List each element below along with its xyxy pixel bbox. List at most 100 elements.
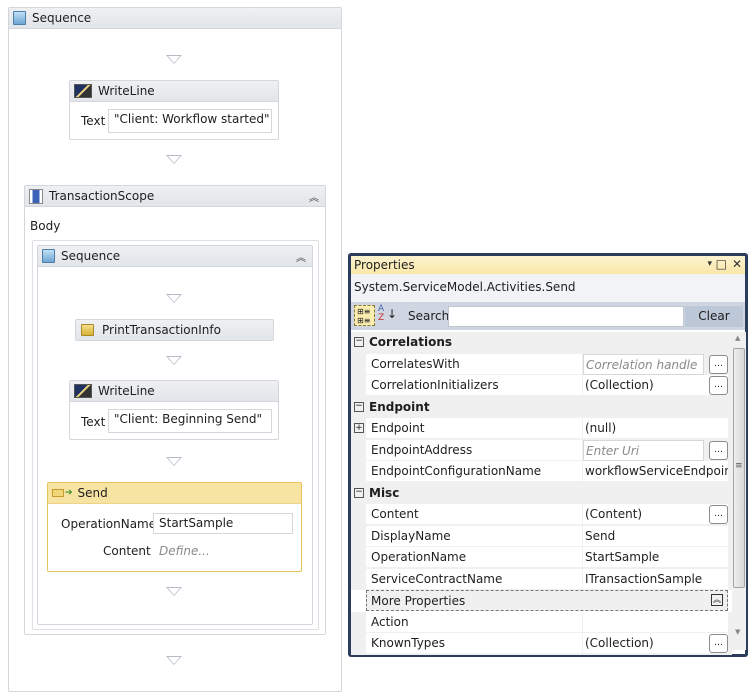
property-name: DisplayName [366, 525, 582, 547]
send-title: Send [77, 486, 108, 500]
drop-arrow-icon[interactable] [166, 457, 182, 466]
ellipsis-button[interactable]: … [709, 354, 728, 374]
property-value[interactable]: ITransactionSample [583, 568, 728, 590]
property-name: Action [366, 611, 582, 633]
categorized-view-button[interactable]: ⊞≡ ⊞≡ [354, 305, 375, 326]
category-name: Endpoint [369, 399, 430, 414]
property-value[interactable]: (Content) [583, 504, 728, 525]
property-value[interactable]: (null) [583, 418, 728, 439]
property-value[interactable]: workflowServiceEndpoint [583, 461, 728, 482]
expand-toggle-icon[interactable]: + [354, 423, 364, 433]
property-name: CorrelationInitializers [366, 375, 582, 396]
ellipsis-button[interactable]: … [709, 634, 728, 653]
category-correlations[interactable]: − Correlations [351, 332, 732, 354]
collapse-icon[interactable]: ︽ [711, 594, 723, 606]
property-row[interactable]: Action [351, 611, 732, 633]
print-transaction-info-title: PrintTransactionInfo [102, 323, 221, 337]
close-icon[interactable]: ✕ [732, 257, 742, 271]
transaction-scope-title: TransactionScope [49, 189, 155, 203]
drop-arrow-icon[interactable] [166, 294, 182, 303]
scrollbar-thumb[interactable]: ≡ [733, 348, 745, 588]
properties-window: Properties ▾ □ ✕ System.ServiceModel.Act… [348, 253, 748, 657]
transaction-scope-header: TransactionScope ︽ [25, 186, 325, 207]
drop-arrow-icon[interactable] [166, 656, 182, 665]
writeline-activity-2[interactable]: WriteLine Text "Client: Beginning Send" [69, 380, 279, 440]
property-name: Content [366, 504, 582, 525]
collapse-toggle-icon[interactable]: − [354, 337, 364, 347]
writeline-header: WriteLine [70, 381, 278, 402]
property-name: EndpointAddress [366, 439, 582, 461]
writeline-title: WriteLine [98, 84, 155, 98]
category-endpoint[interactable]: − Endpoint [351, 396, 732, 418]
vertical-scrollbar[interactable]: ▲ ≡ ▼ [732, 332, 746, 650]
scroll-down-icon[interactable]: ▼ [735, 628, 740, 636]
drop-arrow-icon[interactable] [166, 55, 182, 64]
body-label: Body [30, 219, 61, 233]
property-row[interactable]: DisplayName Send [351, 525, 732, 547]
property-value[interactable] [583, 611, 728, 633]
text-label: Text [81, 114, 106, 128]
operation-name-field[interactable]: StartSample [153, 513, 293, 534]
collapse-toggle-icon[interactable]: − [354, 487, 364, 498]
property-row[interactable]: CorrelatesWith Correlation handle … [351, 353, 732, 375]
writeline-activity-1[interactable]: WriteLine Text "Client: Workflow started… [69, 80, 279, 140]
writeline-title: WriteLine [98, 384, 155, 398]
property-row[interactable]: CorrelationInitializers (Collection) … [351, 375, 732, 397]
outer-sequence-header[interactable]: Sequence [9, 8, 341, 29]
ellipsis-button[interactable]: … [709, 376, 728, 395]
ellipsis-button[interactable]: … [709, 505, 728, 524]
sequence-icon [13, 11, 26, 25]
writeline-icon [74, 84, 92, 98]
collapse-icon[interactable]: ︽ [296, 249, 306, 264]
category-name: Correlations [369, 335, 453, 349]
property-value[interactable]: Send [583, 525, 728, 547]
drop-arrow-icon[interactable] [166, 155, 182, 164]
property-row[interactable]: Content (Content) … [351, 504, 732, 526]
collapse-icon[interactable]: ︽ [309, 189, 319, 204]
property-name: OperationName [366, 547, 582, 568]
ellipsis-button[interactable]: … [709, 440, 728, 460]
property-value-input[interactable]: Correlation handle [583, 353, 704, 375]
dropdown-icon[interactable]: ▾ [707, 259, 712, 269]
content-define-link[interactable]: Define... [159, 544, 210, 558]
property-value[interactable]: (Collection) [583, 633, 728, 654]
property-row[interactable]: KnownTypes (Collection) … [351, 633, 732, 655]
text-label: Text [81, 415, 106, 429]
property-name: KnownTypes [366, 633, 582, 654]
content-label: Content [103, 544, 151, 558]
clear-button[interactable]: Clear [685, 306, 743, 327]
collapse-toggle-icon[interactable]: − [354, 401, 364, 412]
properties-toolbar: ⊞≡ ⊞≡ AZ ↓ Search: Clear [351, 302, 745, 330]
send-activity[interactable]: ➔ Send OperationName StartSample Content… [47, 482, 302, 572]
scroll-up-icon[interactable]: ▲ [735, 334, 740, 342]
send-header: ➔ Send [48, 483, 301, 504]
category-misc[interactable]: − Misc [351, 482, 732, 504]
more-properties-toggle[interactable]: More Properties ︽ [366, 590, 728, 611]
property-row[interactable]: EndpointConfigurationName workflowServic… [351, 461, 732, 483]
send-arrow-icon: ➔ [65, 488, 73, 498]
property-value[interactable]: (Collection) [583, 375, 728, 396]
property-name: EndpointConfigurationName [366, 461, 582, 482]
text-field[interactable]: "Client: Workflow started" [108, 109, 272, 133]
send-icon [52, 489, 64, 497]
alphabetical-sort-button[interactable]: AZ [378, 305, 384, 323]
search-input[interactable] [448, 306, 684, 327]
drop-arrow-icon[interactable] [166, 356, 182, 365]
property-name: ServiceContractName [366, 568, 582, 590]
text-field[interactable]: "Client: Beginning Send" [108, 409, 272, 433]
drop-arrow-icon[interactable] [166, 587, 182, 596]
property-row[interactable]: ServiceContractName ITransactionSample [351, 568, 732, 590]
properties-title: Properties [354, 258, 415, 272]
property-row[interactable]: + Endpoint (null) [351, 418, 732, 440]
sequence-icon [42, 249, 55, 263]
properties-title-bar[interactable]: Properties ▾ □ ✕ [351, 256, 745, 274]
print-transaction-info-activity[interactable]: PrintTransactionInfo [75, 319, 274, 341]
selected-type-name: System.ServiceModel.Activities.Send [351, 274, 745, 302]
maximize-icon[interactable]: □ [716, 257, 727, 271]
property-row[interactable]: OperationName StartSample [351, 547, 732, 569]
more-properties-label: More Properties [371, 594, 466, 608]
property-value-input[interactable]: Enter Uri [583, 439, 704, 461]
property-value[interactable]: StartSample [583, 547, 728, 568]
property-row[interactable]: EndpointAddress Enter Uri … [351, 439, 732, 461]
property-name: CorrelatesWith [366, 353, 582, 375]
